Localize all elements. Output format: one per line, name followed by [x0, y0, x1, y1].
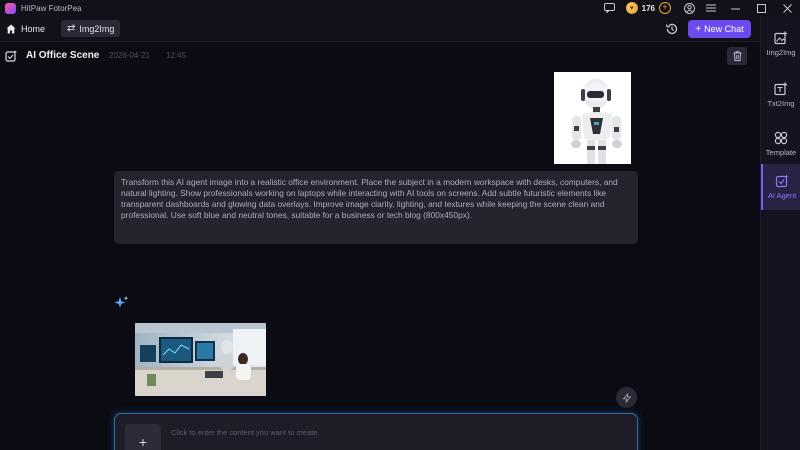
nav-bar: Home ⇄ Img2Img + New Chat [0, 16, 760, 42]
robot-illustration [554, 72, 631, 164]
prompt-input-placeholder[interactable]: Click to enter the content you want to c… [171, 428, 319, 437]
plus-icon: + [138, 434, 148, 450]
ai-agent-icon [775, 174, 789, 188]
app-logo-icon [5, 2, 16, 14]
chat-date: 2026-04-21 [109, 51, 150, 60]
template-grid-icon [774, 131, 788, 145]
prompt-input-panel[interactable]: + Click to enter the content you want to… [114, 413, 638, 450]
sidebar-label: Txt2Img [767, 99, 795, 108]
uploaded-robot-image[interactable] [554, 72, 631, 164]
coin-balance[interactable]: ♥ 176 + [625, 2, 674, 15]
prompt-message: Transform this AI agent image into a rea… [114, 171, 638, 244]
menu-icon[interactable] [705, 2, 717, 14]
title-bar: HitPaw FotorPea ♥ 176 + [0, 0, 800, 16]
message-icon[interactable] [604, 2, 616, 14]
coin-count: 176 [641, 3, 655, 13]
close-button[interactable] [774, 0, 800, 16]
sidebar-item-ai-agent[interactable]: AI Agent [761, 164, 800, 210]
home-icon [6, 24, 16, 34]
account-icon[interactable] [683, 2, 695, 14]
trash-icon [733, 51, 741, 61]
right-sidebar: Img2Img Txt2Img Template AI Agent [760, 16, 800, 450]
new-chat-button[interactable]: + New Chat [688, 20, 751, 38]
sidebar-label: AI Agent [767, 191, 797, 200]
tab-img2img[interactable]: ⇄ Img2Img [61, 20, 121, 37]
image-add-icon [774, 31, 787, 45]
home-button[interactable]: Home [6, 21, 45, 37]
sidebar-label: Img2Img [766, 48, 796, 57]
plus-icon: + [695, 23, 702, 35]
home-label: Home [21, 24, 46, 34]
quick-generate-button[interactable] [616, 387, 637, 408]
minimize-button[interactable] [722, 0, 748, 16]
sidebar-item-txt2img[interactable]: Txt2Img [761, 72, 800, 118]
upload-image-button[interactable]: + [125, 424, 161, 450]
add-coins-icon[interactable]: + [659, 2, 671, 14]
tab-label: Img2Img [79, 23, 115, 34]
ai-agent-icon [5, 50, 17, 62]
lightning-icon [622, 392, 631, 403]
generated-office-image[interactable] [135, 323, 266, 396]
text-image-icon [774, 82, 787, 96]
coin-icon: ♥ [625, 2, 638, 14]
app-name: HitPaw FotorPea [21, 3, 82, 13]
ai-sparkle-icon [114, 296, 129, 308]
sidebar-label: Template [765, 148, 797, 157]
sidebar-item-img2img[interactable]: Img2Img [761, 21, 800, 67]
history-icon[interactable] [665, 22, 679, 36]
office-scene-illustration [135, 323, 266, 396]
sidebar-item-template[interactable]: Template [761, 121, 800, 167]
swap-icon: ⇄ [67, 23, 76, 34]
new-chat-label: New Chat [704, 24, 744, 34]
delete-chat-button[interactable] [727, 47, 747, 65]
chat-title: AI Office Scene [26, 50, 100, 61]
chat-time: 12:45 [166, 51, 187, 60]
maximize-button[interactable] [748, 0, 774, 16]
chat-header: AI Office Scene 2026-04-21 12:45 [0, 42, 760, 70]
